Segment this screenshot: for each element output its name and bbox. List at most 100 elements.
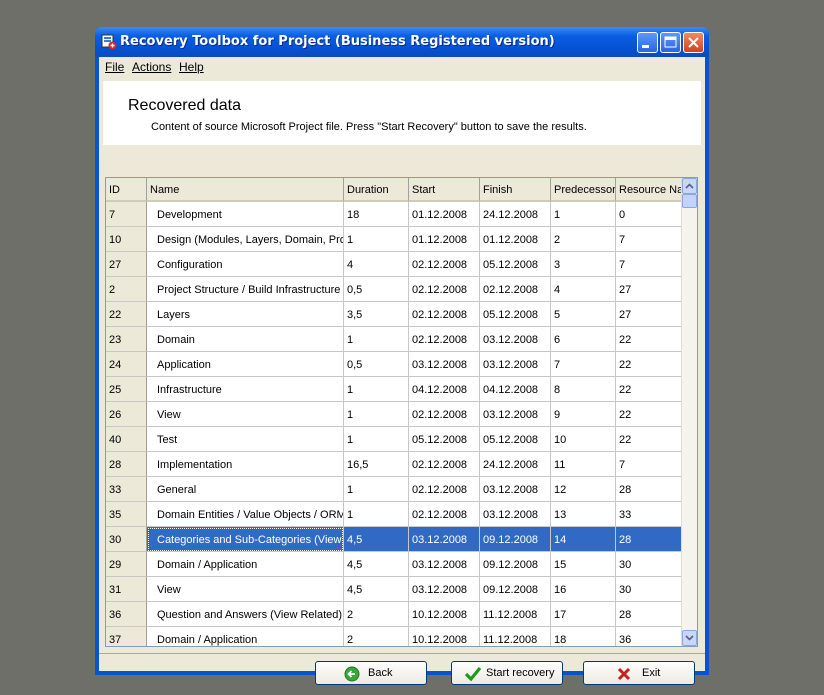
cell-id[interactable]: 31 [106,577,147,602]
column-header-finish[interactable]: Finish [480,178,551,202]
back-button[interactable]: Back [315,661,427,685]
cell-finish[interactable]: 11.12.2008 [480,627,551,646]
cell-name[interactable]: Domain / Application [147,627,344,646]
cell-resource-names[interactable]: 30 [616,577,682,602]
cell-id[interactable]: 25 [106,377,147,402]
cell-duration[interactable]: 2 [344,602,409,627]
cell-name[interactable]: Application [147,352,344,377]
cell-finish[interactable]: 24.12.2008 [480,452,551,477]
cell-resource-names[interactable]: 22 [616,377,682,402]
cell-name[interactable]: View [147,577,344,602]
cell-predecessors[interactable]: 17 [551,602,616,627]
cell-name[interactable]: Test [147,427,344,452]
cell-predecessors[interactable]: 18 [551,627,616,646]
scroll-up-button[interactable] [682,178,697,194]
vertical-scrollbar[interactable] [681,178,697,646]
cell-start[interactable]: 04.12.2008 [409,377,480,402]
cell-start[interactable]: 10.12.2008 [409,627,480,646]
cell-duration[interactable]: 1 [344,402,409,427]
cell-id[interactable]: 26 [106,402,147,427]
cell-duration[interactable]: 1 [344,427,409,452]
cell-resource-names[interactable]: 30 [616,552,682,577]
cell-resource-names[interactable]: 33 [616,502,682,527]
cell-id[interactable]: 10 [106,227,147,252]
cell-duration[interactable]: 1 [344,377,409,402]
cell-name[interactable]: Project Structure / Build Infrastructure [147,277,344,302]
cell-start[interactable]: 01.12.2008 [409,227,480,252]
cell-id[interactable]: 2 [106,277,147,302]
cell-id[interactable]: 37 [106,627,147,646]
cell-finish[interactable]: 09.12.2008 [480,552,551,577]
cell-duration[interactable]: 16,5 [344,452,409,477]
cell-start[interactable]: 03.12.2008 [409,527,480,552]
cell-predecessors[interactable]: 8 [551,377,616,402]
table-row[interactable]: 33 General 1 02.12.2008 03.12.2008 12 28 [106,477,682,502]
cell-duration[interactable]: 4,5 [344,552,409,577]
cell-id[interactable]: 29 [106,552,147,577]
table-row[interactable]: 22 Layers 3,5 02.12.2008 05.12.2008 5 27 [106,302,682,327]
cell-finish[interactable]: 03.12.2008 [480,477,551,502]
cell-start[interactable]: 03.12.2008 [409,352,480,377]
column-header-resource-names[interactable]: Resource Names [616,178,682,202]
table-row[interactable]: 28 Implementation 16,5 02.12.2008 24.12.2008… [106,452,682,477]
start-recovery-button[interactable]: Start recovery [451,661,563,685]
cell-resource-names[interactable]: 27 [616,277,682,302]
cell-name[interactable]: Configuration [147,252,344,277]
cell-name[interactable]: General [147,477,344,502]
cell-finish[interactable]: 02.12.2008 [480,277,551,302]
table-row[interactable]: 25 Infrastructure 1 04.12.2008 04.12.2008 8 22 [106,377,682,402]
cell-resource-names[interactable]: 0 [616,202,682,227]
cell-resource-names[interactable]: 7 [616,227,682,252]
cell-name[interactable]: Domain [147,327,344,352]
cell-duration[interactable]: 0,5 [344,277,409,302]
table-row[interactable]: 2 Project Structure / Build Infrastructur… [106,277,682,302]
table-row[interactable]: 26 View 1 02.12.2008 03.12.2008 9 22 [106,402,682,427]
cell-name[interactable]: View [147,402,344,427]
cell-id[interactable]: 36 [106,602,147,627]
table-row[interactable]: 30Categories and Sub-Categories (View Re… [106,527,682,552]
cell-resource-names[interactable]: 28 [616,527,682,552]
cell-duration[interactable]: 1 [344,477,409,502]
cell-name[interactable]: Domain / Application [147,552,344,577]
cell-id[interactable]: 23 [106,327,147,352]
cell-predecessors[interactable]: 15 [551,552,616,577]
cell-duration[interactable]: 2 [344,627,409,646]
cell-start[interactable]: 02.12.2008 [409,277,480,302]
column-header-name[interactable]: Name [147,178,344,202]
cell-duration[interactable]: 1 [344,227,409,252]
cell-id[interactable]: 24 [106,352,147,377]
cell-name[interactable]: Categories and Sub-Categories (View Rela… [147,527,344,552]
cell-finish[interactable]: 03.12.2008 [480,402,551,427]
column-header-id[interactable]: ID [106,178,147,202]
cell-duration[interactable]: 1 [344,327,409,352]
table-row[interactable]: 7 Development 18 01.12.2008 24.12.2008 1 0 [106,202,682,227]
cell-name[interactable]: Design (Modules, Layers, Domain, Project… [147,227,344,252]
cell-predecessors[interactable]: 11 [551,452,616,477]
cell-resource-names[interactable]: 28 [616,477,682,502]
cell-resource-names[interactable]: 28 [616,602,682,627]
cell-start[interactable]: 02.12.2008 [409,452,480,477]
cell-resource-names[interactable]: 22 [616,327,682,352]
cell-name[interactable]: Domain Entities / Value Objects / ORM Ma… [147,502,344,527]
cell-finish[interactable]: 09.12.2008 [480,577,551,602]
cell-name[interactable]: Implementation [147,452,344,477]
cell-predecessors[interactable]: 2 [551,227,616,252]
cell-finish[interactable]: 05.12.2008 [480,252,551,277]
cell-finish[interactable]: 03.12.2008 [480,327,551,352]
cell-id[interactable]: 35 [106,502,147,527]
menu-file[interactable]: File [105,60,124,74]
cell-finish[interactable]: 04.12.2008 [480,377,551,402]
cell-predecessors[interactable]: 16 [551,577,616,602]
cell-start[interactable]: 05.12.2008 [409,427,480,452]
cell-predecessors[interactable]: 7 [551,352,616,377]
cell-finish[interactable]: 03.12.2008 [480,502,551,527]
cell-predecessors[interactable]: 4 [551,277,616,302]
cell-finish[interactable]: 11.12.2008 [480,602,551,627]
scroll-down-button[interactable] [682,630,697,646]
exit-button[interactable]: Exit [583,661,695,685]
cell-duration[interactable]: 4,5 [344,527,409,552]
maximize-button[interactable] [660,32,681,53]
cell-start[interactable]: 02.12.2008 [409,302,480,327]
cell-name[interactable]: Development [147,202,344,227]
table-row[interactable]: 36 Question and Answers (View Related) 2 10… [106,602,682,627]
